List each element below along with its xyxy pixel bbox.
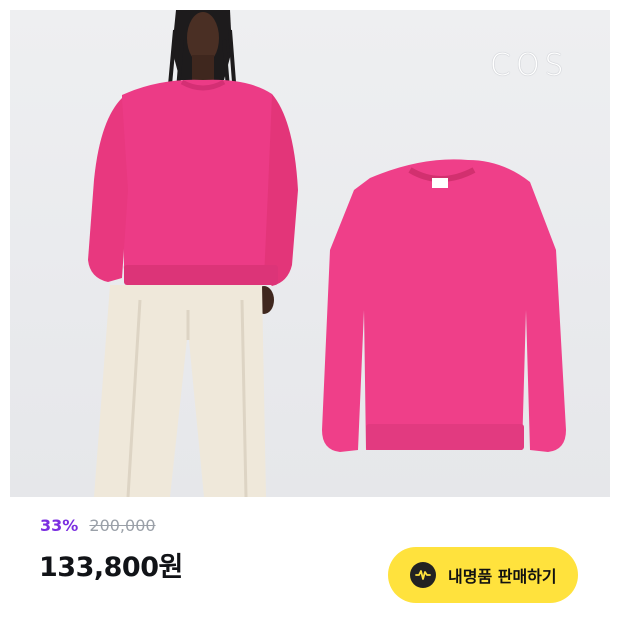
sale-price: 133,800원 bbox=[39, 552, 183, 583]
flat-sweatshirt bbox=[322, 159, 566, 452]
model-figure bbox=[88, 10, 298, 497]
sell-button-label: 내명품 판매하기 bbox=[448, 567, 557, 586]
wave-circle-icon bbox=[410, 562, 436, 588]
product-card[interactable]: COS 33% 200,000 133,800원 내명품 판매하기 bbox=[10, 10, 610, 610]
product-photo-illustration bbox=[88, 10, 566, 497]
original-price: 200,000 bbox=[89, 516, 156, 535]
brand-logo: COS bbox=[490, 48, 569, 83]
discount-rate: 33% bbox=[40, 516, 79, 535]
product-image[interactable]: COS bbox=[10, 10, 610, 497]
price-discount-row: 33% 200,000 bbox=[40, 517, 156, 535]
sell-luxury-button[interactable]: 내명품 판매하기 bbox=[388, 547, 578, 603]
product-info: 33% 200,000 133,800원 내명품 판매하기 bbox=[10, 497, 610, 610]
